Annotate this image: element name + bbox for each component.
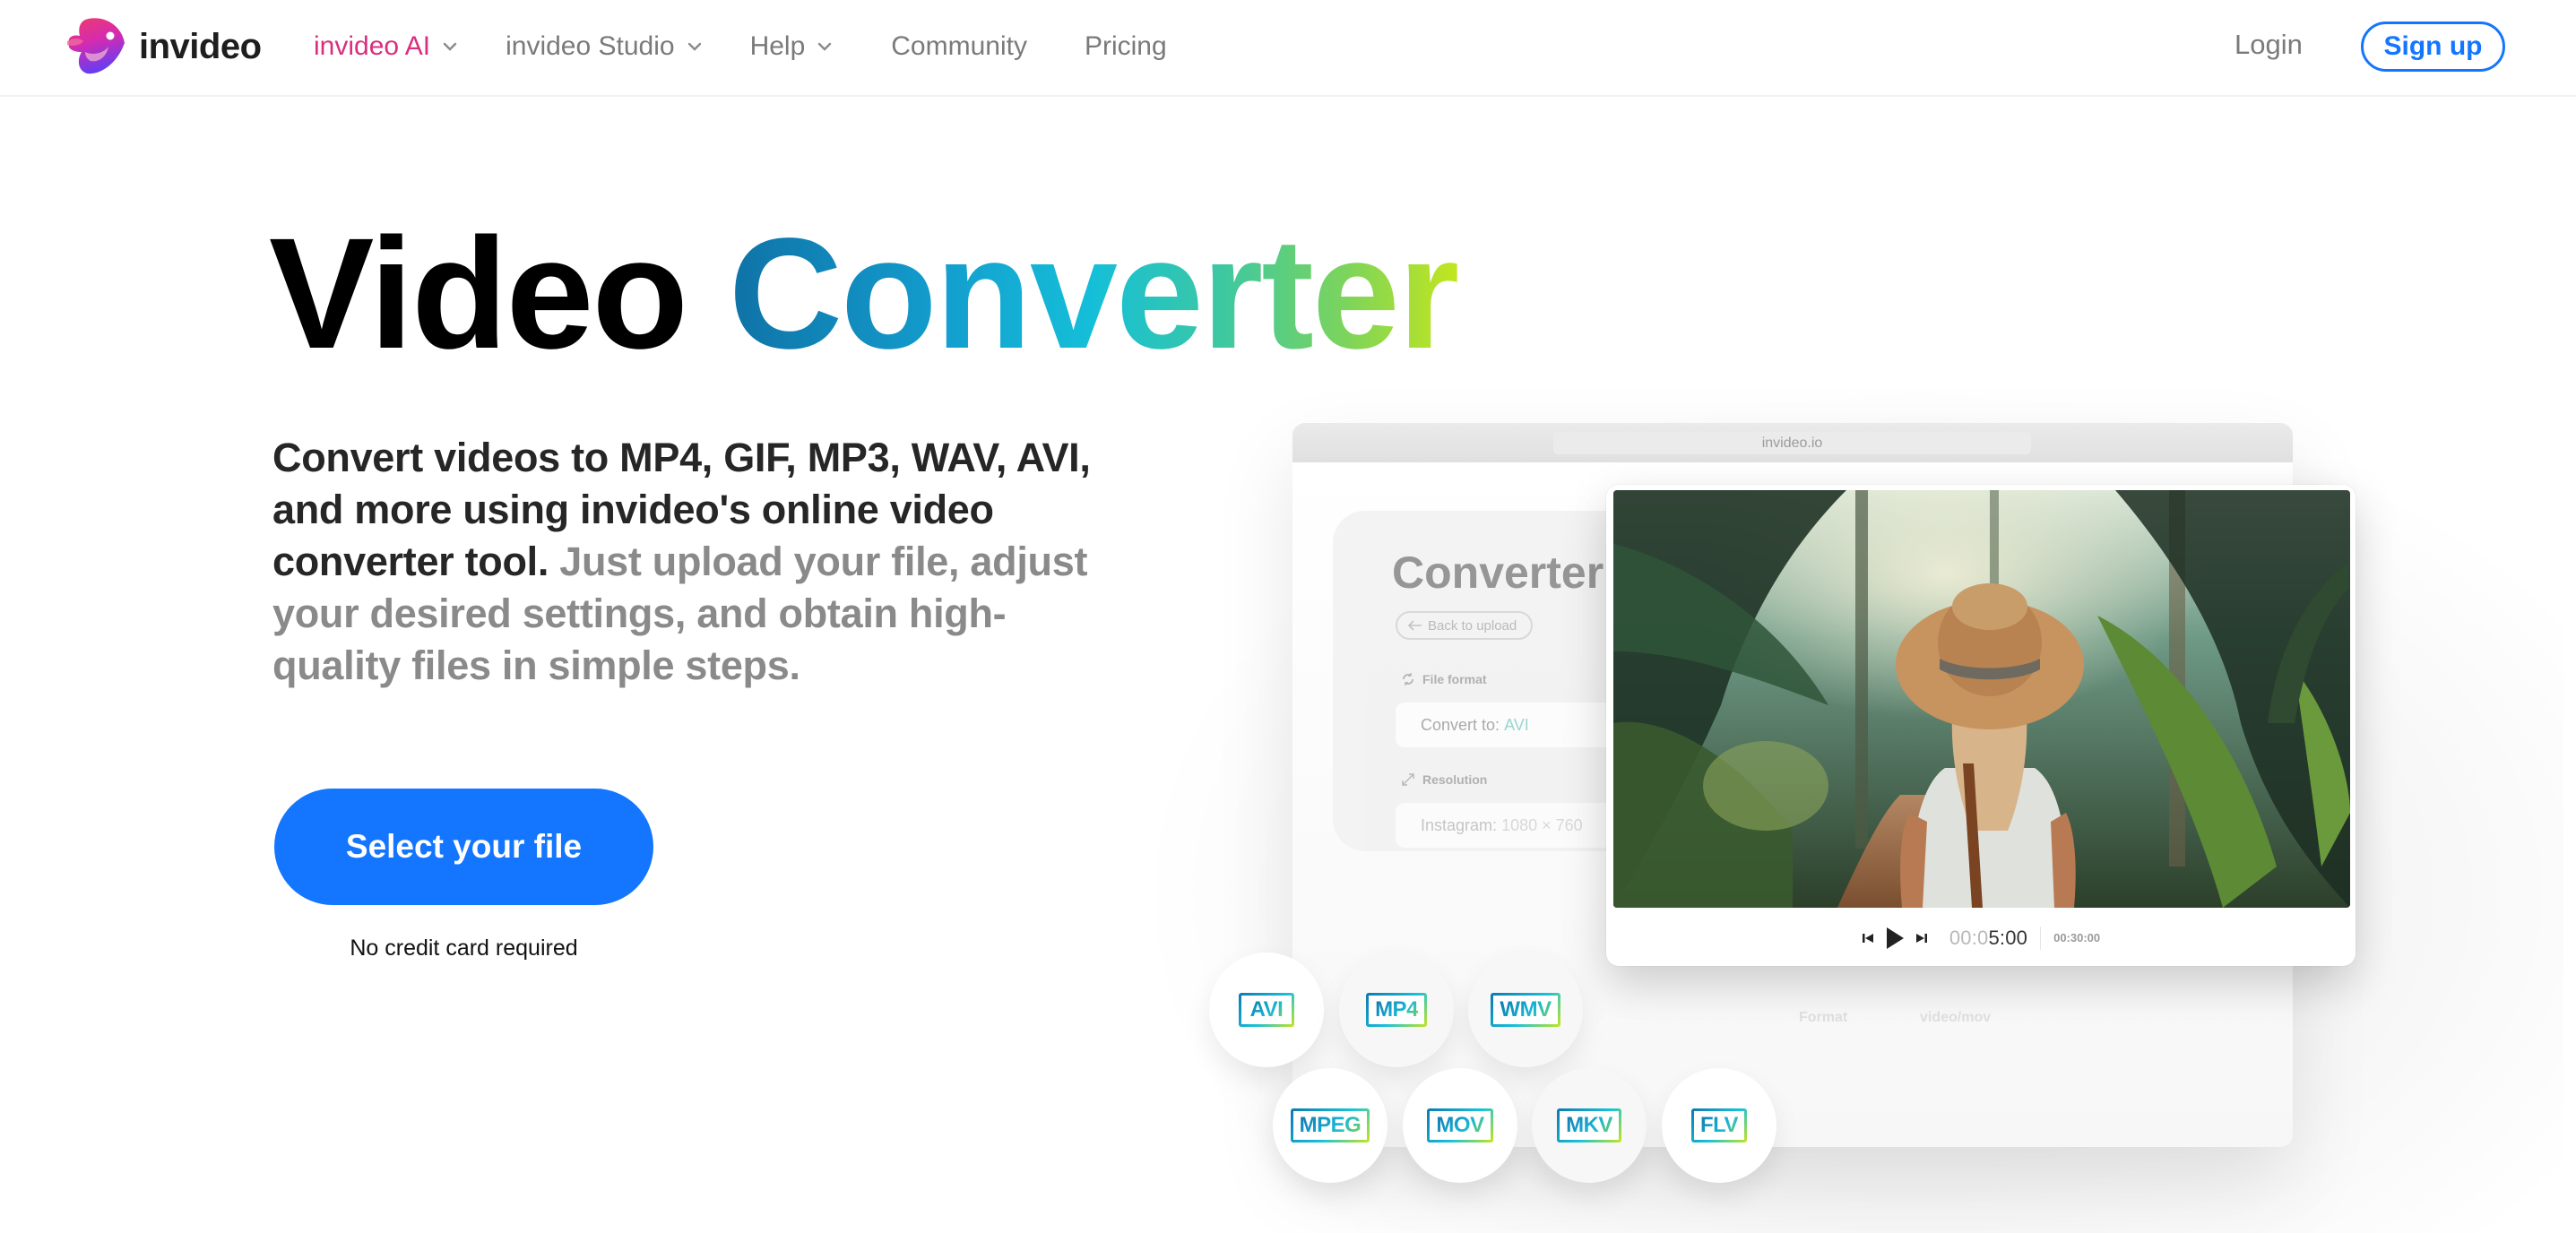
format-mkv[interactable]: MKV <box>1532 1068 1647 1183</box>
nav-item-label: Community <box>891 31 1027 61</box>
hero-description: Convert videos to MP4, GIF, MP3, WAV, AV… <box>272 432 1124 692</box>
chevron-down-icon <box>687 42 701 51</box>
arrow-left-icon <box>1408 620 1422 631</box>
faint-format-label: Format <box>1799 1010 1848 1025</box>
site-header: invideo invideo AI invideo Studio Help C… <box>0 0 2576 97</box>
nav-item-help[interactable]: Help <box>750 31 833 62</box>
back-to-upload-button: Back to upload <box>1396 611 1534 640</box>
url-bar: invideo.io <box>1553 432 2031 454</box>
video-player-card: 00:05:00 00:30:00 <box>1606 485 2356 966</box>
skip-forward-icon <box>1915 933 1927 943</box>
refresh-icon <box>1403 673 1413 685</box>
format-mp4[interactable]: MP4 <box>1339 953 1454 1067</box>
chevron-down-icon <box>443 42 457 51</box>
resolution-value: 1080 × 760 <box>1501 815 1583 834</box>
format-badge: WMV <box>1491 993 1560 1027</box>
format-badge: MKV <box>1557 1108 1621 1142</box>
convert-to-prefix: Convert to: <box>1421 715 1500 734</box>
page-title: Video Converter <box>269 215 1459 373</box>
browser-toolbar: invideo.io <box>1292 423 2293 462</box>
no-credit-card-note: No credit card required <box>350 936 578 961</box>
resolution-prefix: Instagram: <box>1421 815 1498 834</box>
play-button[interactable] <box>1885 927 1905 950</box>
format-label: AVI <box>1249 997 1284 1022</box>
skip-back-button[interactable] <box>1862 932 1874 944</box>
converter-panel-title: Converter <box>1392 548 1604 598</box>
nav-item-label: invideo AI <box>314 31 431 61</box>
convert-to-value: AVI <box>1504 715 1529 734</box>
invideo-logo-icon <box>67 18 125 74</box>
format-flv[interactable]: FLV <box>1662 1068 1776 1183</box>
play-icon <box>1886 927 1904 949</box>
file-format-text: File format <box>1422 672 1487 686</box>
format-badge: MOV <box>1427 1108 1492 1142</box>
format-label: MPEG <box>1299 1113 1361 1137</box>
format-badge: MPEG <box>1291 1108 1370 1142</box>
video-thumbnail-jungle-woman <box>1613 490 2350 908</box>
chevron-down-icon <box>818 42 832 51</box>
format-badge: MP4 <box>1366 993 1427 1027</box>
time-divider <box>2040 926 2042 950</box>
back-to-upload-label: Back to upload <box>1428 617 1517 634</box>
format-label: MOV <box>1436 1113 1484 1137</box>
format-badge: FLV <box>1691 1108 1747 1142</box>
signup-button[interactable]: Sign up <box>2361 22 2505 72</box>
nav-item-invideo-ai[interactable]: invideo AI <box>314 31 457 62</box>
total-time: 00:30:00 <box>2053 931 2101 944</box>
current-time-bright: 5:00 <box>1988 926 2028 949</box>
nav-item-community[interactable]: Community <box>891 31 1027 62</box>
current-time-dim: 00:0 <box>1949 926 1989 949</box>
expand-icon <box>1402 773 1414 786</box>
skip-back-icon <box>1862 933 1873 943</box>
format-mov[interactable]: MOV <box>1403 1068 1517 1183</box>
file-format-label: File format <box>1401 672 1487 686</box>
nav-item-invideo-studio[interactable]: invideo Studio <box>506 31 701 62</box>
title-gradient: Converter <box>728 206 1459 382</box>
select-file-button[interactable]: Select your file <box>274 789 653 905</box>
format-label: MP4 <box>1375 997 1418 1022</box>
format-label: FLV <box>1699 1113 1739 1137</box>
resolution-text: Resolution <box>1422 772 1488 787</box>
format-label: MKV <box>1566 1113 1612 1137</box>
format-avi[interactable]: AVI <box>1209 953 1324 1067</box>
video-preview[interactable] <box>1613 490 2350 908</box>
skip-forward-button[interactable] <box>1915 932 1928 944</box>
nav-item-pricing[interactable]: Pricing <box>1085 31 1167 62</box>
resolution-label: Resolution <box>1401 772 1487 787</box>
nav-item-label: Pricing <box>1084 31 1167 61</box>
player-controls: 00:05:00 00:30:00 <box>1606 910 2356 966</box>
format-wmv[interactable]: WMV <box>1468 953 1583 1067</box>
format-badge: AVI <box>1239 993 1294 1027</box>
logo[interactable]: invideo <box>65 16 262 77</box>
login-link[interactable]: Login <box>2235 29 2303 61</box>
current-time: 00:05:00 <box>1949 927 2027 950</box>
nav-item-label: invideo Studio <box>506 31 675 61</box>
format-mpeg[interactable]: MPEG <box>1273 1068 1387 1183</box>
nav-item-label: Help <box>749 31 806 61</box>
brand-name: invideo <box>139 26 262 66</box>
format-label: WMV <box>1500 997 1552 1022</box>
title-plain: Video <box>269 206 688 382</box>
main-nav: invideo AI invideo Studio Help Community… <box>314 27 1167 66</box>
faint-format-value: video/mov <box>1920 1010 1992 1025</box>
